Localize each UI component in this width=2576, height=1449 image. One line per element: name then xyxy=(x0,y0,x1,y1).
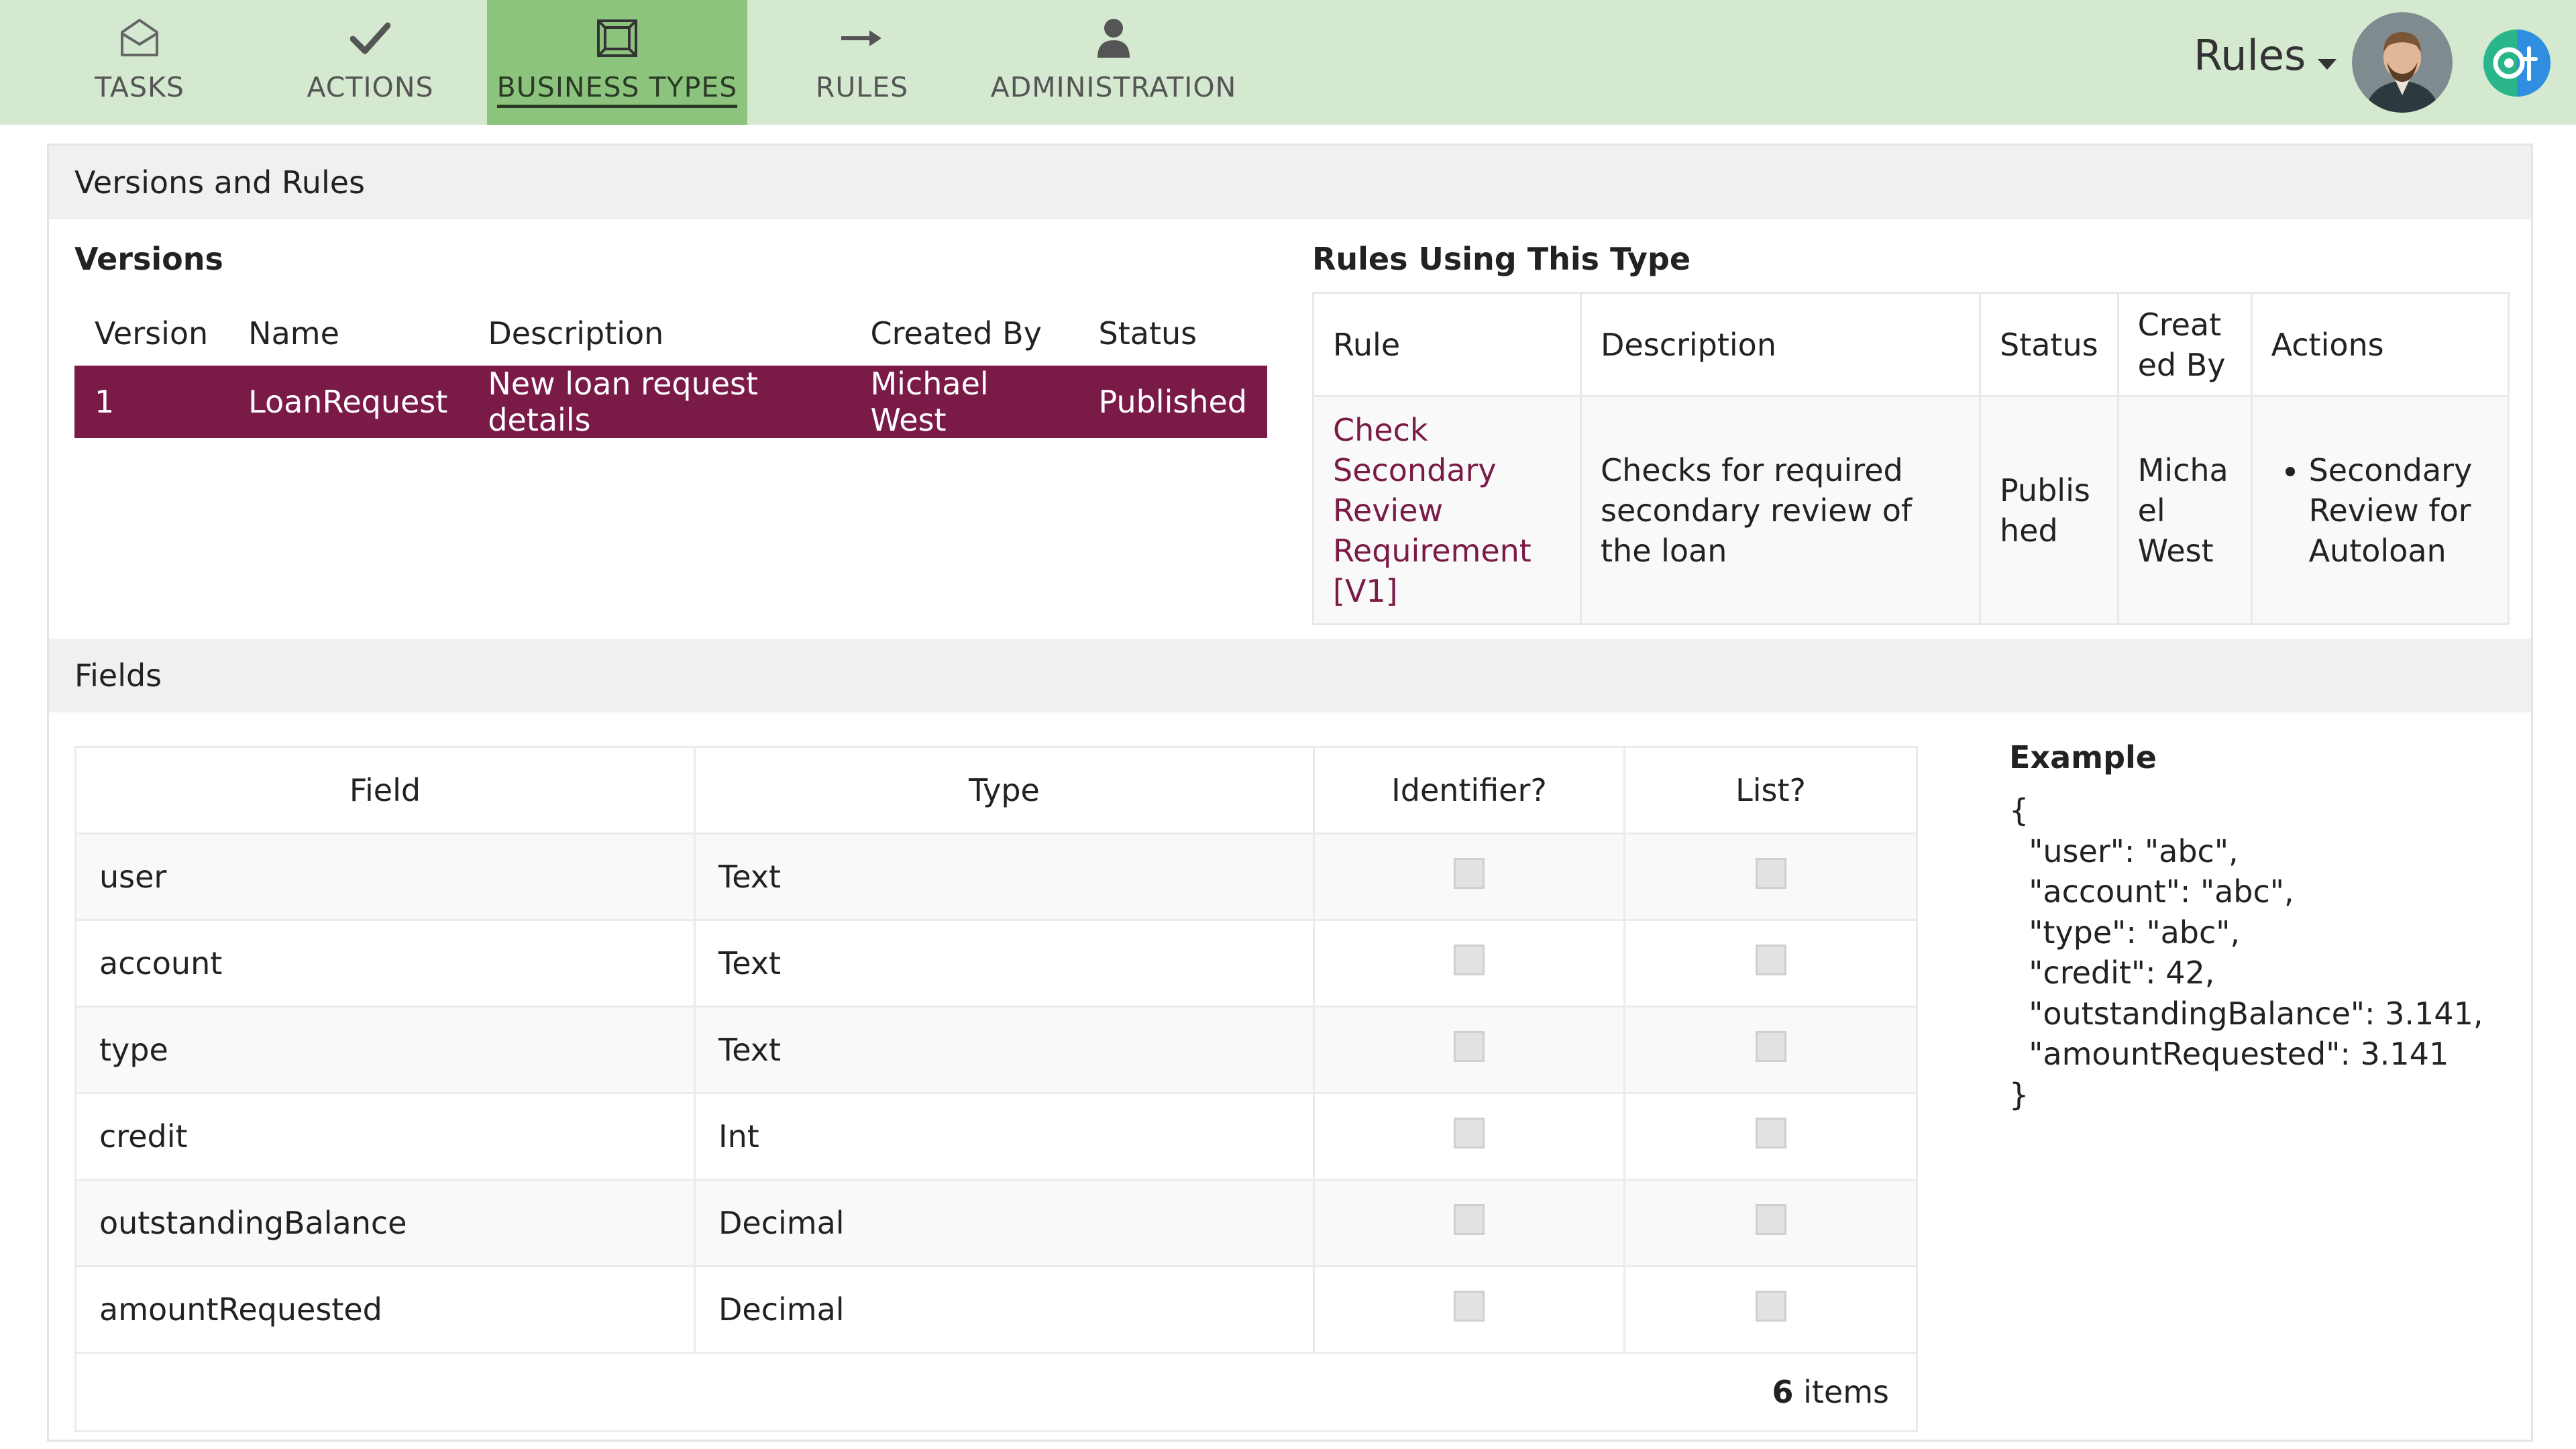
version-number: 1 xyxy=(74,366,229,438)
identifier-checkbox[interactable] xyxy=(1454,857,1485,889)
nav-tasks[interactable]: TASKS xyxy=(60,0,219,125)
business-types-icon xyxy=(596,15,639,62)
rule-action-item[interactable]: Secondary Review for Autoloan xyxy=(2309,450,2489,571)
pager-info: 6 items xyxy=(74,1354,1918,1432)
identifier-checkbox[interactable] xyxy=(1454,944,1485,975)
identifier-checkbox[interactable] xyxy=(1454,1203,1485,1235)
field-type: Text xyxy=(694,1006,1315,1094)
version-created-by: Michael West xyxy=(850,366,1079,438)
rule-created-by: Micha el West xyxy=(2116,395,2253,625)
table-row: type Text xyxy=(74,1006,1918,1094)
version-status: Published xyxy=(1078,366,1267,438)
column-header: Status xyxy=(1098,315,1197,352)
versions-table: Version Name Description Created By Stat… xyxy=(74,301,1267,438)
app-logo-icon xyxy=(2482,28,2552,98)
column-header: Created By xyxy=(870,315,1042,352)
caret-down-icon xyxy=(2318,31,2337,80)
identifier-checkbox[interactable] xyxy=(1454,1030,1485,1062)
list-checkbox[interactable] xyxy=(1755,1290,1786,1322)
rules-using-type-heading: Rules Using This Type xyxy=(1312,241,1691,277)
versions-heading: Versions xyxy=(74,241,223,277)
column-header: Rule xyxy=(1312,292,1582,397)
version-description: New loan request details xyxy=(468,366,851,438)
nav-actions-label: ACTIONS xyxy=(307,71,434,103)
example-heading: Example xyxy=(2009,739,2157,775)
list-checkbox[interactable] xyxy=(1755,1203,1786,1235)
user-avatar[interactable] xyxy=(2352,12,2453,113)
list-checkbox[interactable] xyxy=(1755,1030,1786,1062)
field-type: Decimal xyxy=(694,1179,1315,1267)
column-header: List? xyxy=(1623,746,1918,835)
field-type: Text xyxy=(694,833,1315,921)
column-header: Description xyxy=(488,315,664,352)
arrow-right-icon xyxy=(840,15,884,62)
field-name: account xyxy=(74,919,696,1008)
person-icon xyxy=(1096,15,1131,62)
list-checkbox[interactable] xyxy=(1755,944,1786,975)
column-header: Identifier? xyxy=(1313,746,1625,835)
table-row: credit Int xyxy=(74,1092,1918,1181)
rule-actions: Secondary Review for Autoloan xyxy=(2250,395,2510,625)
field-name: outstandingBalance xyxy=(74,1179,696,1267)
panel-title: Versions and Rules xyxy=(49,146,2531,219)
column-header: Name xyxy=(248,315,339,352)
checkmark-icon xyxy=(350,15,390,62)
version-row-selected[interactable]: 1 LoanRequest New loan request details M… xyxy=(74,366,1267,438)
nav-administration-label: ADMINISTRATION xyxy=(990,71,1237,103)
field-type: Text xyxy=(694,919,1315,1008)
column-header: Actions xyxy=(2250,292,2510,397)
identifier-checkbox[interactable] xyxy=(1454,1117,1485,1148)
list-checkbox[interactable] xyxy=(1755,1117,1786,1148)
nav-business-types-label: BUSINESS TYPES xyxy=(496,71,738,108)
identifier-checkbox[interactable] xyxy=(1454,1290,1485,1322)
rule-link[interactable]: Check Secondary Review Requirement [V1] xyxy=(1312,395,1582,625)
column-header: Version xyxy=(95,315,209,352)
table-row: user Text xyxy=(74,833,1918,921)
item-count: 6 xyxy=(1772,1374,1794,1410)
column-header: Description xyxy=(1580,292,1981,397)
inbox-icon xyxy=(119,15,160,62)
column-header: Status xyxy=(1979,292,2119,397)
column-header: Field xyxy=(74,746,696,835)
field-name: amountRequested xyxy=(74,1265,696,1354)
column-header: Type xyxy=(694,746,1315,835)
column-header: Creat ed By xyxy=(2116,292,2253,397)
rules-table: Rule Description Status Creat ed By Acti… xyxy=(1312,292,2510,625)
nav-business-types[interactable]: BUSINESS TYPES xyxy=(487,0,747,125)
field-name: type xyxy=(74,1006,696,1094)
nav-rules-label: RULES xyxy=(815,71,909,103)
field-type: Decimal xyxy=(694,1265,1315,1354)
example-json: { "user": "abc", "account": "abc", "type… xyxy=(2009,792,2483,1113)
field-name: credit xyxy=(74,1092,696,1181)
field-type: Int xyxy=(694,1092,1315,1181)
version-name: LoanRequest xyxy=(228,366,468,438)
panel-title: Fields xyxy=(49,639,2531,712)
nav-rules[interactable]: RULES xyxy=(798,0,926,125)
versions-and-rules-panel: Versions and Rules Versions Version Name… xyxy=(47,144,2533,643)
rules-dropdown[interactable]: Rules xyxy=(2194,31,2337,80)
nav-administration[interactable]: ADMINISTRATION xyxy=(990,0,1237,125)
rule-description: Checks for required secondary review of … xyxy=(1580,395,1981,625)
item-count-suffix: items xyxy=(1793,1374,1889,1410)
fields-panel: Fields Field Type Identifier? List? user… xyxy=(47,639,2533,1442)
table-row: amountRequested Decimal xyxy=(74,1265,1918,1354)
field-name: user xyxy=(74,833,696,921)
list-checkbox[interactable] xyxy=(1755,857,1786,889)
fields-table: Field Type Identifier? List? user Text a… xyxy=(74,746,1918,1354)
top-nav-bar: TASKS ACTIONS BUSINESS TYPES RULES ADMIN… xyxy=(0,0,2576,125)
table-row: outstandingBalance Decimal xyxy=(74,1179,1918,1267)
rules-dropdown-label: Rules xyxy=(2194,31,2306,80)
fields-grid: Field Type Identifier? List? user Text a… xyxy=(74,746,1918,1432)
table-row: account Text xyxy=(74,919,1918,1008)
nav-actions[interactable]: ACTIONS xyxy=(288,0,452,125)
rule-status: Publis hed xyxy=(1979,395,2119,625)
table-row: Check Secondary Review Requirement [V1] … xyxy=(1312,395,2510,625)
nav-tasks-label: TASKS xyxy=(95,71,184,103)
